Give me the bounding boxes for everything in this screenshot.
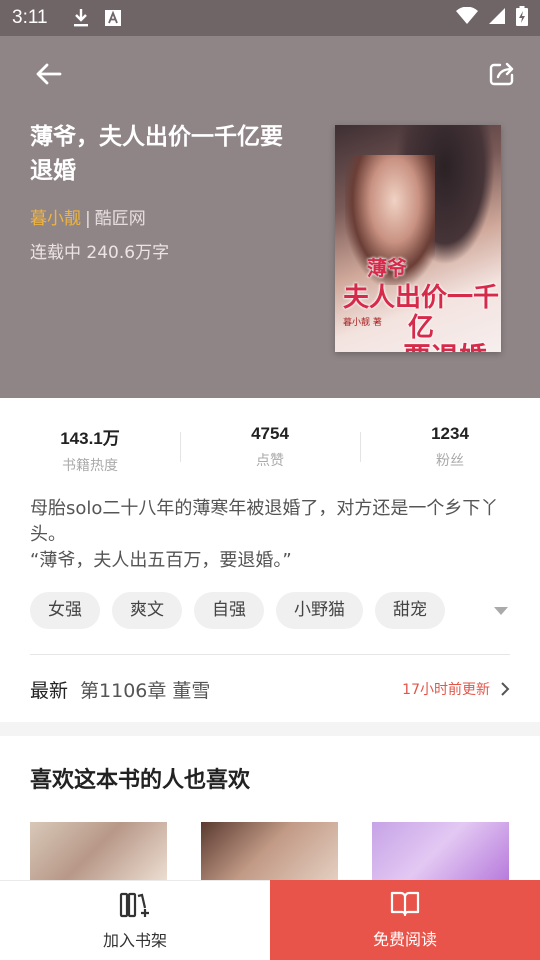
back-button[interactable] bbox=[30, 58, 66, 90]
book-header: 薄爷，夫人出价一千亿要退婚 暮小靓 | 酷匠网 连载中 240.6万字 薄爷 夫人出… bbox=[0, 36, 540, 398]
latest-chapter-title: 第1106章 董雪 bbox=[80, 679, 211, 702]
book-open-icon bbox=[390, 891, 420, 917]
stats-row: 143.1万 书籍热度 4754 点赞 1234 粉丝 bbox=[0, 424, 540, 484]
cover-author: 暮小靓 著 bbox=[343, 318, 382, 328]
chevron-right-icon bbox=[501, 682, 510, 696]
author-link[interactable]: 暮小靓 bbox=[30, 209, 81, 229]
recommend-title: 喜欢这本书的人也喜欢 bbox=[30, 768, 251, 793]
author-line: 暮小靓 | 酷匠网 bbox=[30, 204, 146, 229]
free-read-label: 免费阅读 bbox=[372, 930, 437, 949]
download-icon bbox=[72, 8, 90, 28]
cover-title: 薄爷 夫人出价一千亿 要退婚 bbox=[342, 256, 499, 352]
triangle-down-icon bbox=[494, 607, 508, 615]
tag[interactable]: 爽文 bbox=[112, 592, 182, 629]
stat-fans[interactable]: 1234 粉丝 bbox=[360, 424, 540, 484]
book-cover: 薄爷 夫人出价一千亿 要退婚 暮小靓 著 bbox=[335, 125, 501, 352]
status-time: 3:11 bbox=[12, 7, 48, 28]
latest-update-time: 17小时前更新 bbox=[402, 682, 490, 698]
free-read-button[interactable]: 免费阅读 bbox=[270, 880, 540, 960]
bottom-action-bar: 加入书架 免费阅读 bbox=[0, 880, 540, 960]
a-icon bbox=[104, 9, 122, 27]
status-bar: 3:11 bbox=[0, 0, 540, 36]
tag[interactable]: 小野猫 bbox=[276, 592, 363, 629]
bookshelf-add-icon bbox=[119, 892, 149, 917]
stat-popularity: 143.1万 书籍热度 bbox=[60, 429, 120, 474]
tag[interactable]: 女强 bbox=[30, 592, 100, 629]
share-icon bbox=[489, 62, 514, 86]
tag-list: 女强 爽文 自强 小野猫 甜宠 bbox=[30, 592, 480, 629]
divider bbox=[30, 654, 510, 655]
publisher: 酷匠网 bbox=[94, 209, 146, 229]
share-button[interactable] bbox=[484, 58, 520, 90]
tag[interactable]: 自强 bbox=[194, 592, 264, 629]
tags-expand-button[interactable] bbox=[492, 602, 510, 620]
stat-likes[interactable]: 4754 点赞 bbox=[180, 424, 360, 484]
arrow-left-icon bbox=[36, 63, 62, 85]
tag[interactable]: 甜宠 bbox=[375, 592, 445, 629]
book-title: 薄爷，夫人出价一千亿要退婚 bbox=[30, 124, 283, 184]
latest-chapter-row[interactable]: 最新 第1106章 董雪 17小时前更新 bbox=[30, 674, 510, 704]
battery-charging-icon bbox=[516, 5, 528, 31]
separator: | bbox=[85, 209, 91, 229]
book-info-card: 143.1万 书籍热度 4754 点赞 1234 粉丝 母胎solo二十八年的薄… bbox=[0, 398, 540, 722]
signal-icon bbox=[488, 7, 506, 30]
book-description[interactable]: 母胎solo二十八年的薄寒年被退婚了，对方还是一个乡下丫头。 “薄爷，夫人出五百… bbox=[30, 496, 512, 574]
latest-label: 最新 bbox=[30, 679, 69, 702]
add-to-shelf-button[interactable]: 加入书架 bbox=[0, 880, 270, 960]
wifi-icon bbox=[456, 6, 478, 30]
book-status: 连载中 240.6万字 bbox=[30, 243, 170, 263]
add-to-shelf-label: 加入书架 bbox=[102, 930, 167, 950]
